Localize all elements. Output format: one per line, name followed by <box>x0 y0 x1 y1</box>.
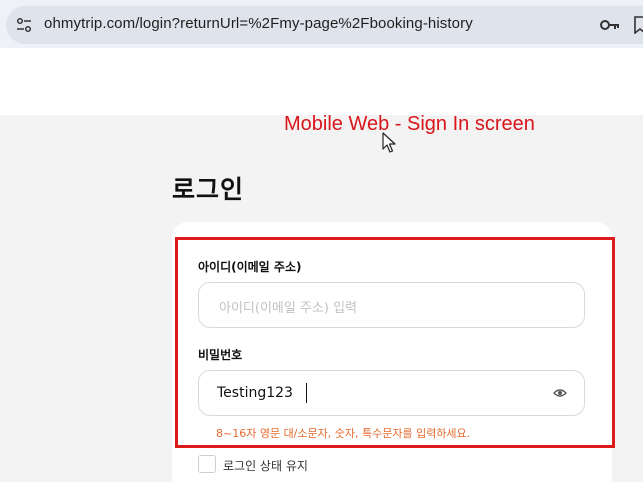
page-title: 로그인 <box>172 175 245 204</box>
site-info-icon[interactable] <box>16 17 32 33</box>
site-header <box>0 48 643 115</box>
annotation-label: Mobile Web - Sign In screen <box>284 113 535 135</box>
keep-signed-in-checkbox[interactable] <box>198 455 216 473</box>
key-icon[interactable] <box>600 18 620 32</box>
mouse-cursor-icon <box>382 132 396 153</box>
highlight-box <box>175 237 615 448</box>
url-text[interactable]: ohmytrip.com/login?returnUrl=%2Fmy-page%… <box>44 15 473 32</box>
keep-signed-in-label[interactable]: 로그인 상태 유지 <box>223 457 308 474</box>
browser-address-bar: ohmytrip.com/login?returnUrl=%2Fmy-page%… <box>0 0 643 48</box>
bookmark-icon[interactable] <box>634 16 643 34</box>
